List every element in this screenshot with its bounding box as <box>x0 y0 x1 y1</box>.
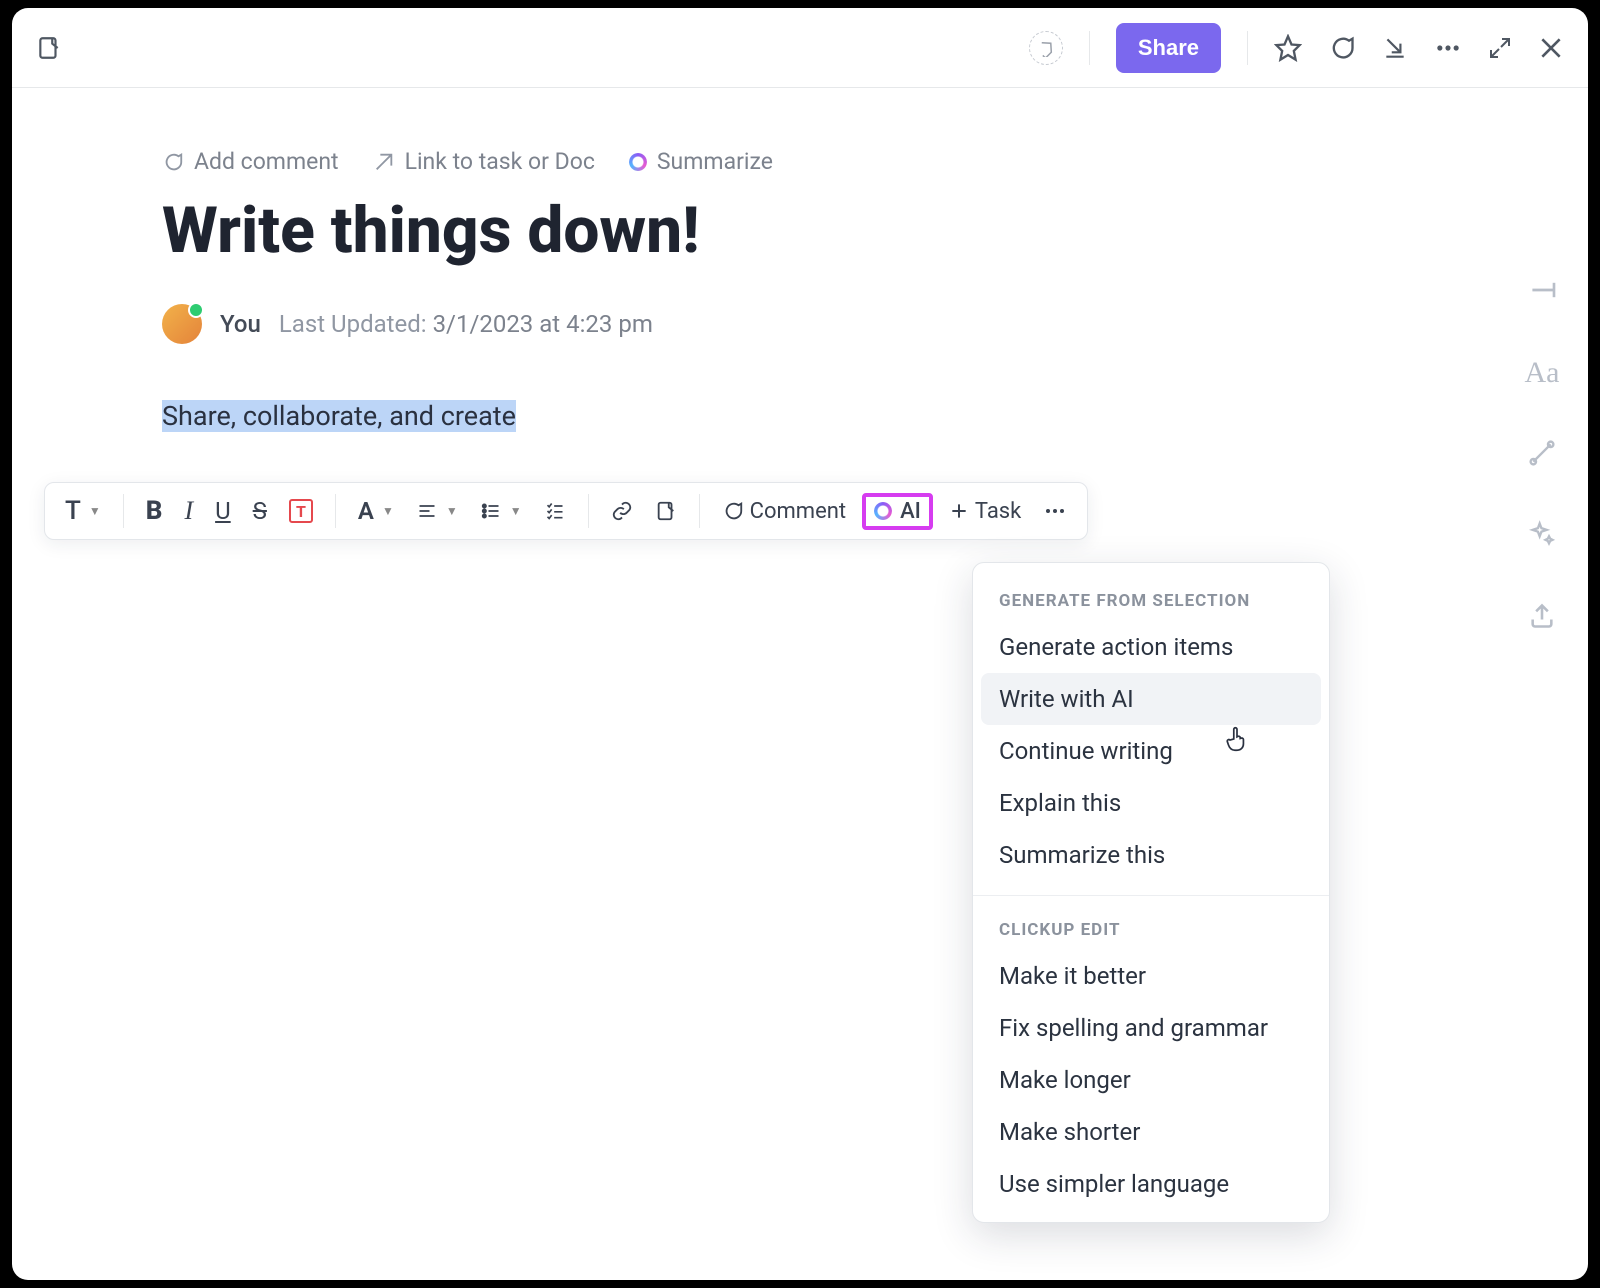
text-style-dropdown[interactable]: T▼ <box>59 492 107 530</box>
ai-menu-separator <box>973 895 1329 896</box>
link-task-label: Link to task or Doc <box>405 148 595 175</box>
add-comment-label: Add comment <box>194 148 339 175</box>
ai-item-fix-spelling[interactable]: Fix spelling and grammar <box>973 1002 1329 1054</box>
author-avatar[interactable] <box>162 304 202 344</box>
byline-row: You Last Updated: 3/1/2023 at 4:23 pm <box>162 304 1496 344</box>
link-task-action[interactable]: Link to task or Doc <box>373 148 595 175</box>
comment-button-label: Comment <box>750 499 846 524</box>
task-button-label: Task <box>975 499 1021 524</box>
comment-button[interactable]: Comment <box>716 495 852 528</box>
summarize-action[interactable]: Summarize <box>629 148 773 175</box>
checklist-button[interactable] <box>538 497 572 525</box>
toolbar-more-icon[interactable] <box>1037 495 1073 527</box>
align-dropdown[interactable]: ▼ <box>410 497 464 525</box>
sparkle-icon[interactable] <box>1528 520 1556 552</box>
embed-doc-button[interactable] <box>649 496 683 526</box>
quick-actions-row: Add comment Link to task or Doc Summariz… <box>162 148 1496 175</box>
toolbar-divider <box>1089 31 1090 65</box>
ai-section-generate-label: GENERATE FROM SELECTION <box>973 581 1329 621</box>
ai-item-continue-writing[interactable]: Continue writing <box>973 725 1329 777</box>
expand-icon[interactable] <box>1488 36 1512 60</box>
task-button[interactable]: Task <box>943 495 1027 528</box>
share-export-icon[interactable] <box>1528 602 1556 634</box>
ai-item-generate-action-items[interactable]: Generate action items <box>973 621 1329 673</box>
ai-item-write-with-ai[interactable]: Write with AI <box>981 673 1321 725</box>
bold-button[interactable]: B <box>140 492 169 530</box>
ai-gradient-icon <box>874 502 892 520</box>
top-toolbar: Share <box>12 8 1588 88</box>
download-icon[interactable] <box>1382 35 1408 61</box>
ai-gradient-icon <box>629 153 647 171</box>
selected-text: Share, collaborate, and create <box>162 400 516 432</box>
tag-button[interactable] <box>1029 31 1063 65</box>
doc-template-icon[interactable] <box>36 35 62 61</box>
outdent-icon[interactable] <box>1527 278 1557 306</box>
font-color-dropdown[interactable]: A▼ <box>352 493 400 529</box>
ai-item-make-shorter[interactable]: Make shorter <box>973 1106 1329 1158</box>
document-body[interactable]: Share, collaborate, and create <box>162 400 516 432</box>
typography-icon[interactable]: Aa <box>1525 356 1560 390</box>
close-icon[interactable] <box>1538 35 1564 61</box>
document-title[interactable]: Write things down! <box>162 193 1496 268</box>
toolbar-divider <box>1247 31 1248 65</box>
strikethrough-button[interactable]: S <box>247 493 273 529</box>
summarize-label: Summarize <box>657 148 773 175</box>
italic-button[interactable]: I <box>178 492 199 530</box>
author-name: You <box>220 310 261 338</box>
ai-item-make-longer[interactable]: Make longer <box>973 1054 1329 1106</box>
comments-icon[interactable] <box>1328 34 1356 62</box>
formatting-toolbar: T▼ B I U S T A▼ ▼ ▼ Commen <box>44 482 1088 540</box>
ai-button-label: AI <box>900 499 921 524</box>
add-comment-action[interactable]: Add comment <box>162 148 339 175</box>
document-window: Share <box>12 8 1588 1280</box>
ai-item-summarize-this[interactable]: Summarize this <box>973 829 1329 881</box>
more-menu-icon[interactable] <box>1434 34 1462 62</box>
ai-button[interactable]: AI <box>862 493 933 530</box>
underline-button[interactable]: U <box>209 493 237 529</box>
last-updated-label: Last Updated: 3/1/2023 at 4:23 pm <box>279 310 653 338</box>
text-color-button[interactable]: T <box>283 495 319 527</box>
relations-icon[interactable] <box>1529 440 1555 470</box>
ai-item-explain-this[interactable]: Explain this <box>973 777 1329 829</box>
ai-item-simpler-language[interactable]: Use simpler language <box>973 1158 1329 1210</box>
bullet-list-dropdown[interactable]: ▼ <box>474 497 528 525</box>
share-button[interactable]: Share <box>1116 23 1221 73</box>
favorite-star-icon[interactable] <box>1274 34 1302 62</box>
ai-section-edit-label: CLICKUP EDIT <box>973 910 1329 950</box>
ai-item-make-better[interactable]: Make it better <box>973 950 1329 1002</box>
ai-dropdown-menu: GENERATE FROM SELECTION Generate action … <box>972 562 1330 1223</box>
text-color-swatch-icon: T <box>289 499 313 523</box>
right-side-rail: Aa <box>1496 88 1588 1280</box>
link-button[interactable] <box>605 496 639 526</box>
